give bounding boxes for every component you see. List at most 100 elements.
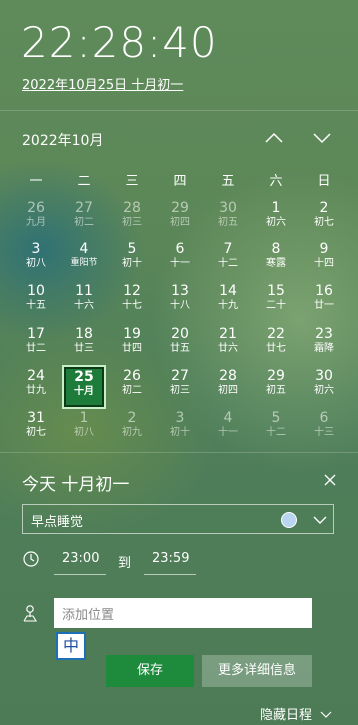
day-number: 6 <box>175 241 185 257</box>
calendar-day[interactable]: 8 寒露 <box>254 236 298 280</box>
calendar-day[interactable]: 11 十六 <box>62 278 106 322</box>
lunar-date: 初七 <box>26 427 46 438</box>
day-number: 27 <box>75 200 93 216</box>
lunar-date: 廿一 <box>314 300 334 311</box>
calendar-day[interactable]: 29 初四 <box>158 195 202 239</box>
calendar-day[interactable]: 1 初六 <box>254 195 298 239</box>
lunar-date: 初二 <box>74 217 94 228</box>
start-time-picker[interactable]: 23:00 <box>54 546 106 575</box>
calendar-day[interactable]: 28 初三 <box>110 195 154 239</box>
day-number: 2 <box>127 410 137 426</box>
calendar-day[interactable]: 21 廿六 <box>206 321 250 365</box>
day-number: 26 <box>123 368 141 384</box>
day-number: 30 <box>315 368 333 384</box>
lunar-date: 十九 <box>218 300 238 311</box>
weekday-label: 四 <box>173 174 187 189</box>
lunar-date: 十月 <box>74 386 94 397</box>
event-color-swatch[interactable] <box>281 512 297 528</box>
location-icon <box>23 605 37 622</box>
more-details-button[interactable]: 更多详细信息 <box>202 655 312 687</box>
location-placeholder: 添加位置 <box>62 608 115 623</box>
month-title[interactable]: 2022年10月 <box>22 130 103 150</box>
calendar-day[interactable]: 26 初二 <box>110 363 154 407</box>
day-number: 29 <box>171 200 189 216</box>
date-link[interactable]: 2022年10月25日 十月初一 <box>22 74 183 93</box>
calendar-day[interactable]: 6 十三 <box>302 405 346 449</box>
day-number: 4 <box>223 410 233 426</box>
calendar-day[interactable]: 27 初二 <box>62 195 106 239</box>
calendar-day[interactable]: 3 初八 <box>14 236 58 280</box>
calendar-day[interactable]: 27 初三 <box>158 363 202 407</box>
end-time-picker[interactable]: 23:59 <box>144 546 196 575</box>
lunar-date: 十六 <box>74 300 94 311</box>
calendar-day[interactable]: 4 重阳节 <box>62 236 106 280</box>
location-input[interactable]: 添加位置 <box>54 598 312 628</box>
weekday-label: 六 <box>269 174 283 189</box>
calendar-day[interactable]: 17 廿二 <box>14 321 58 365</box>
calendar-day[interactable]: 16 廿一 <box>302 278 346 322</box>
calendar-day[interactable]: 14 十九 <box>206 278 250 322</box>
start-time: 23:00 <box>62 551 100 566</box>
day-number: 13 <box>171 283 189 299</box>
calendar-day[interactable]: 9 十四 <box>302 236 346 280</box>
calendar-day[interactable]: 29 初五 <box>254 363 298 407</box>
day-number: 26 <box>27 200 45 216</box>
calendar-day[interactable]: 12 十七 <box>110 278 154 322</box>
calendar-day[interactable]: 20 廿五 <box>158 321 202 365</box>
lunar-date: 廿四 <box>122 343 142 354</box>
calendar-day[interactable]: 7 十二 <box>206 236 250 280</box>
calendar-day[interactable]: 3 初十 <box>158 405 202 449</box>
day-number: 19 <box>123 326 141 342</box>
lunar-date: 初四 <box>170 217 190 228</box>
calendar-day[interactable]: 18 廿三 <box>62 321 106 365</box>
calendar-day[interactable]: 13 十八 <box>158 278 202 322</box>
lunar-date: 十七 <box>122 300 142 311</box>
save-button[interactable]: 保存 <box>106 655 194 687</box>
event-title-input[interactable]: 早点睡觉 <box>22 504 334 534</box>
calendar-day-today[interactable]: 25 十月 <box>62 365 106 409</box>
hide-agenda-button[interactable]: 隐藏日程 <box>260 704 332 723</box>
chevron-down-icon <box>313 516 327 524</box>
lunar-date: 初二 <box>122 385 142 396</box>
day-number: 8 <box>271 241 281 257</box>
clock-icon <box>23 551 39 567</box>
lunar-date: 初十 <box>122 258 142 269</box>
previous-month-button[interactable] <box>259 124 289 152</box>
calendar-day[interactable]: 6 十一 <box>158 236 202 280</box>
calendar-day[interactable]: 5 十二 <box>254 405 298 449</box>
calendar-day[interactable]: 23 霜降 <box>302 321 346 365</box>
chevron-down-icon <box>320 711 332 718</box>
weekday-label: 五 <box>221 174 235 189</box>
calendar-day[interactable]: 24 廿九 <box>14 363 58 407</box>
calendar-day[interactable]: 31 初七 <box>14 405 58 449</box>
day-number: 25 <box>74 369 94 385</box>
calendar-day[interactable]: 10 十五 <box>14 278 58 322</box>
lunar-date: 九月 <box>26 217 46 228</box>
calendar-day[interactable]: 2 初七 <box>302 195 346 239</box>
day-number: 6 <box>319 410 329 426</box>
calendar-day[interactable]: 19 廿四 <box>110 321 154 365</box>
weekday-label: 日 <box>317 174 331 189</box>
calendar-day[interactable]: 30 初五 <box>206 195 250 239</box>
calendar-day[interactable]: 15 二十 <box>254 278 298 322</box>
day-number: 24 <box>27 368 45 384</box>
calendar-day[interactable]: 2 初九 <box>110 405 154 449</box>
calendar-day[interactable]: 26 九月 <box>14 195 58 239</box>
day-number: 28 <box>123 200 141 216</box>
day-number: 3 <box>175 410 185 426</box>
lunar-date: 初九 <box>122 427 142 438</box>
lunar-date: 初六 <box>266 217 286 228</box>
close-button[interactable] <box>318 468 342 492</box>
day-number: 1 <box>271 200 281 216</box>
calendar-day[interactable]: 1 初八 <box>62 405 106 449</box>
color-dropdown-button[interactable] <box>311 511 329 529</box>
next-month-button[interactable] <box>307 124 337 152</box>
day-number: 31 <box>27 410 45 426</box>
weekday-label: 三 <box>125 174 139 189</box>
calendar-day[interactable]: 5 初十 <box>110 236 154 280</box>
calendar-day[interactable]: 4 十一 <box>206 405 250 449</box>
day-number: 18 <box>75 326 93 342</box>
calendar-day[interactable]: 30 初六 <box>302 363 346 407</box>
calendar-day[interactable]: 22 廿七 <box>254 321 298 365</box>
calendar-day[interactable]: 28 初四 <box>206 363 250 407</box>
